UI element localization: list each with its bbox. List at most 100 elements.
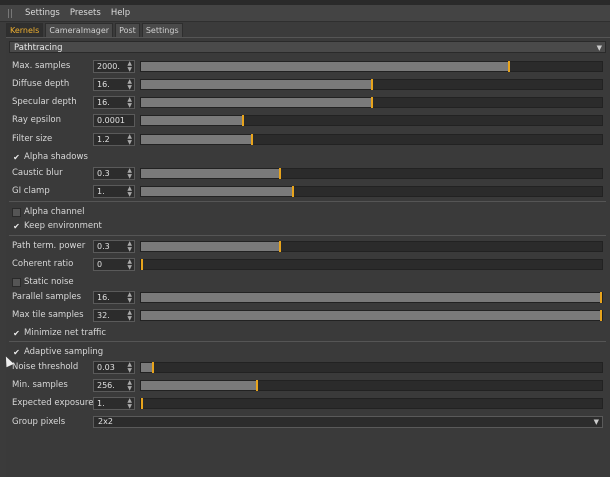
path-term-power-label: Path term. power [12,241,86,251]
max-tile-samples-slider[interactable] [140,310,603,321]
slider-handle[interactable] [242,115,244,126]
gi-clamp-field[interactable]: 1. ▲ ▼ [93,185,135,198]
coherent-ratio-field[interactable]: 0 ▲ ▼ [93,258,135,271]
diffuse-depth-slider[interactable] [140,79,603,90]
spin-arrows-icon: ▲ ▼ [127,78,132,91]
caustic-blur-label: Caustic blur [12,168,63,178]
alpha-shadows-row: ✔ Alpha shadows [6,150,610,165]
menu-bar: Settings Presets Help [0,5,610,22]
adaptive-sampling-checkbox[interactable]: ✔ [12,348,21,357]
parallel-samples-slider[interactable] [140,292,603,303]
param-row: Min. samples 256. ▲ ▼ [6,378,610,393]
max-tile-samples-field[interactable]: 32. ▲ ▼ [93,309,135,322]
expected-exposure-slider[interactable] [140,398,603,409]
chevron-down-icon: ▼ [593,418,599,426]
path-term-power-field[interactable]: 0.3 ▲ ▼ [93,240,135,253]
tab-post[interactable]: Post [115,23,140,38]
static-noise-checkbox[interactable] [12,278,21,287]
gi-clamp-label: GI clamp [12,186,50,196]
max-samples-label: Max. samples [12,61,71,71]
param-row: Caustic blur 0.3 ▲ ▼ [6,166,610,181]
slider-handle[interactable] [600,292,602,303]
menu-settings[interactable]: Settings [20,8,65,18]
filter-size-slider[interactable] [140,134,603,145]
section-divider [9,201,606,202]
param-row: Diffuse depth 16. ▲ ▼ [6,77,610,92]
slider-handle[interactable] [292,186,294,197]
max-samples-field[interactable]: 2000. ▲ ▼ [93,60,135,73]
filter-size-label: Filter size [12,134,53,144]
keep-environment-checkbox[interactable]: ✔ [12,222,21,231]
alpha-shadows-label: Alpha shadows [24,152,88,162]
group-pixels-value: 2x2 [98,417,113,426]
slider-handle[interactable] [371,97,373,108]
spin-arrows-icon: ▲ ▼ [127,361,132,374]
slider-handle[interactable] [141,398,143,409]
minimize-net-traffic-label: Minimize net traffic [24,328,107,338]
spin-arrows-icon: ▲ ▼ [127,133,132,146]
slider-handle[interactable] [141,259,143,270]
noise-threshold-label: Noise threshold [12,362,79,372]
menu-presets[interactable]: Presets [65,8,106,18]
specular-depth-slider[interactable] [140,97,603,108]
caustic-blur-slider[interactable] [140,168,603,179]
adaptive-sampling-row: ✔ Adaptive sampling [6,345,610,360]
keep-environment-row: ✔ Keep environment [6,219,610,234]
slider-handle[interactable] [508,61,510,72]
slider-handle[interactable] [279,168,281,179]
slider-handle[interactable] [256,380,258,391]
noise-threshold-field[interactable]: 0.03 ▲ ▼ [93,361,135,374]
min-samples-slider[interactable] [140,380,603,391]
param-row: Filter size 1.2 ▲ ▼ [6,132,610,147]
max-samples-slider[interactable] [140,61,603,72]
spin-arrows-icon: ▲ ▼ [127,167,132,180]
kernel-type-value: Pathtracing [14,43,63,53]
grip-icon[interactable] [8,8,14,18]
slider-handle[interactable] [152,362,154,373]
tab-settings[interactable]: Settings [141,23,183,38]
spin-arrows-icon: ▲ ▼ [127,309,132,322]
tab-cameraimager[interactable]: CameraImager [45,23,114,38]
kernel-panel: Pathtracing ▼ Max. samples 2000. ▲ ▼ Diffu… [6,37,610,477]
coherent-ratio-label: Coherent ratio [12,259,74,269]
caustic-blur-field[interactable]: 0.3 ▲ ▼ [93,167,135,180]
slider-handle[interactable] [371,79,373,90]
group-pixels-select[interactable]: 2x2 ▼ [93,416,603,428]
noise-threshold-slider[interactable] [140,362,603,373]
filter-size-field[interactable]: 1.2 ▲ ▼ [93,133,135,146]
param-row: Specular depth 16. ▲ ▼ [6,95,610,110]
ray-epsilon-slider[interactable] [140,115,603,126]
path-term-power-slider[interactable] [140,241,603,252]
menu-help[interactable]: Help [106,8,135,18]
kernel-type-select[interactable]: Pathtracing ▼ [9,41,606,53]
expected-exposure-field[interactable]: 1. ▲ ▼ [93,397,135,410]
adaptive-sampling-label: Adaptive sampling [24,347,104,357]
tab-bar: Kernels CameraImager Post Settings [6,23,185,38]
max-tile-samples-label: Max tile samples [12,310,84,320]
ray-epsilon-field[interactable]: 0.0001 [93,114,135,127]
tab-kernels[interactable]: Kernels [6,23,44,38]
spin-arrows-icon: ▲ ▼ [127,291,132,304]
chevron-down-icon: ▼ [596,44,602,52]
alpha-shadows-checkbox[interactable]: ✔ [12,153,21,162]
param-row: Max. samples 2000. ▲ ▼ [6,59,610,74]
parallel-samples-label: Parallel samples [12,292,82,302]
param-row: Parallel samples 16. ▲ ▼ [6,290,610,305]
slider-handle[interactable] [600,310,602,321]
gi-clamp-slider[interactable] [140,186,603,197]
specular-depth-field[interactable]: 16. ▲ ▼ [93,96,135,109]
param-row: Ray epsilon 0.0001 [6,113,610,128]
diffuse-depth-field[interactable]: 16. ▲ ▼ [93,78,135,91]
parallel-samples-field[interactable]: 16. ▲ ▼ [93,291,135,304]
spin-arrows-icon: ▲ ▼ [127,379,132,392]
spin-arrows-icon: ▲ ▼ [127,60,132,73]
specular-depth-label: Specular depth [12,97,77,107]
coherent-ratio-slider[interactable] [140,259,603,270]
alpha-channel-checkbox[interactable] [12,208,21,217]
minimize-net-traffic-checkbox[interactable]: ✔ [12,329,21,338]
keep-environment-label: Keep environment [24,221,102,231]
slider-handle[interactable] [279,241,281,252]
slider-handle[interactable] [251,134,253,145]
min-samples-field[interactable]: 256. ▲ ▼ [93,379,135,392]
static-noise-row: Static noise [6,275,610,290]
